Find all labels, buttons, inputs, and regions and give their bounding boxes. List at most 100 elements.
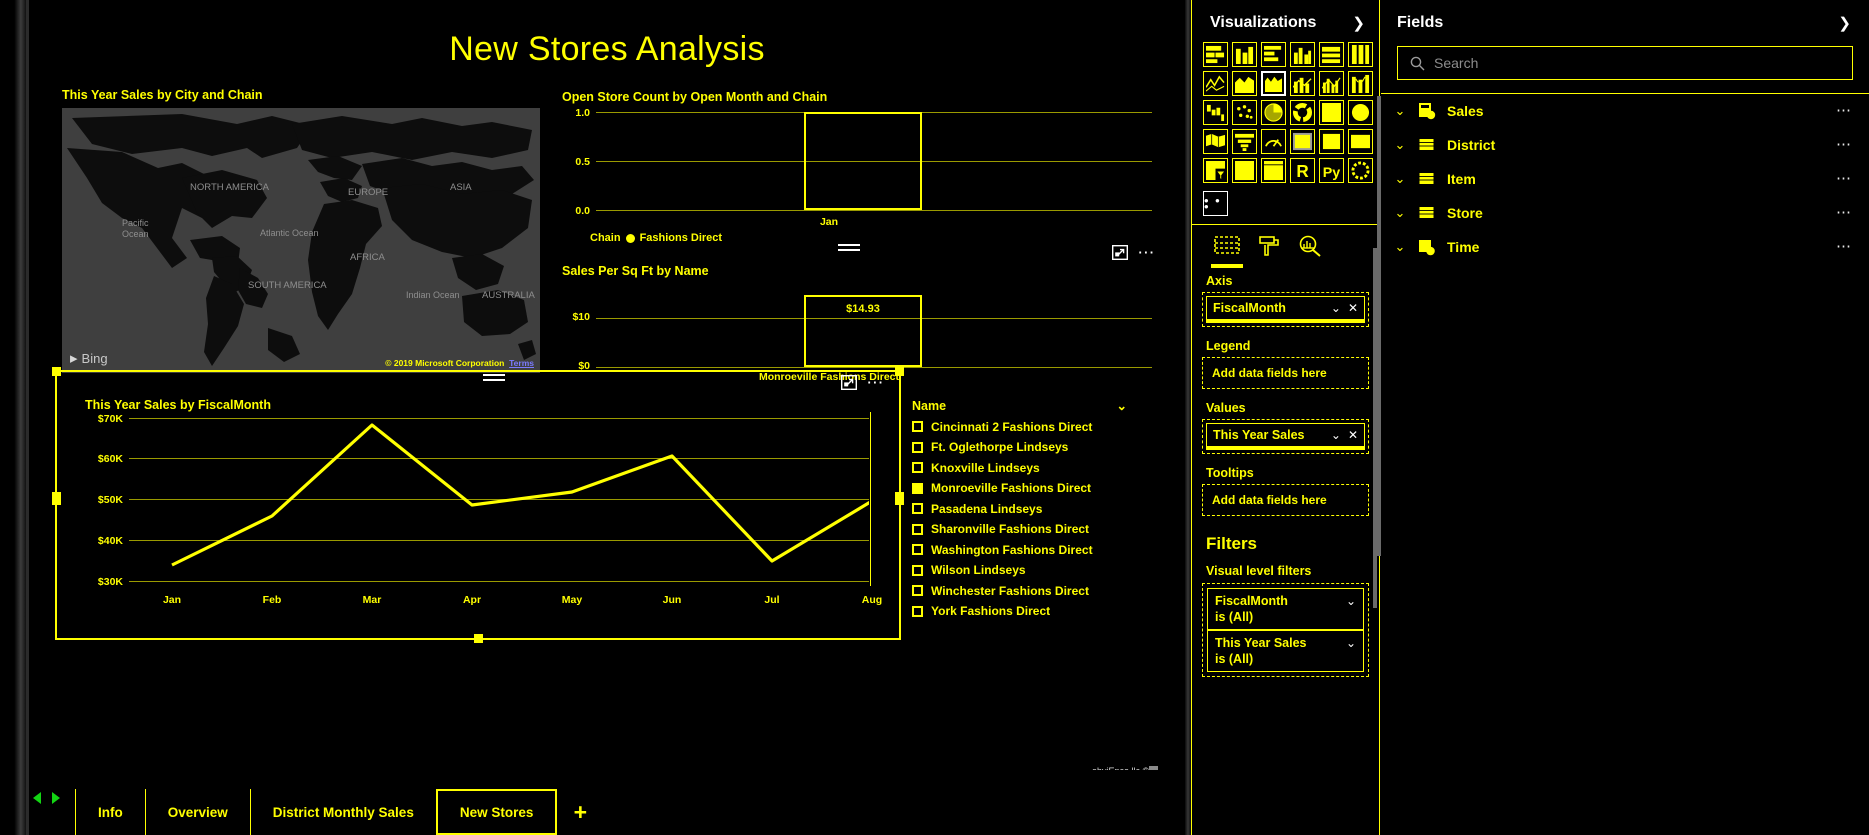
collapse-pane-chevron-icon[interactable]: ❯: [1838, 14, 1851, 32]
list-item[interactable]: Wilson Lindseys: [912, 563, 1182, 577]
this-year-sales-line-visual[interactable]: ⋯ This Year Sales by FiscalMonth $70K $6…: [52, 367, 904, 643]
checkbox-icon[interactable]: [912, 523, 923, 535]
line-and-clustered-column-chart-icon[interactable]: [1319, 71, 1344, 96]
field-more-options-icon[interactable]: ⋯: [1836, 239, 1853, 254]
checkbox-checked-icon[interactable]: [912, 482, 923, 494]
list-item[interactable]: Winchester Fashions Direct: [912, 584, 1182, 598]
stacked-area-chart-icon[interactable]: [1261, 71, 1286, 96]
filled-map-icon[interactable]: [1348, 100, 1373, 125]
more-visuals-button[interactable]: • • •: [1203, 191, 1228, 216]
visualizations-pane[interactable]: Visualizations ❯ R Py • • • Axis FiscalM…: [1191, 0, 1380, 835]
card-icon[interactable]: [1319, 129, 1344, 154]
field-table-store[interactable]: ⌄ Store ⋯: [1381, 196, 1869, 230]
bar-jan[interactable]: [804, 112, 922, 210]
field-table-district[interactable]: ⌄ District ⋯: [1381, 128, 1869, 162]
open-store-count-plot[interactable]: [596, 112, 1152, 211]
stacked-column-chart-icon[interactable]: [1232, 42, 1257, 67]
fields-pane[interactable]: Fields ❯ Search ⌄ Sales ⋯ ⌄ District ⋯ ⌄: [1381, 0, 1869, 835]
tab-nav-arrows[interactable]: [33, 792, 60, 804]
line-visual-header-actions[interactable]: ⋯: [841, 374, 885, 391]
python-visual-icon[interactable]: Py: [1319, 158, 1344, 183]
line-chart-plot[interactable]: [129, 412, 871, 586]
visual-property-tabs[interactable]: [1192, 225, 1379, 268]
focus-mode-icon[interactable]: [841, 375, 858, 390]
field-table-time[interactable]: ⌄ Time ⋯: [1381, 230, 1869, 264]
sales-per-sqft-plot[interactable]: $14.93: [596, 289, 1152, 368]
filter-card-fiscalmonth[interactable]: FiscalMonth ⌄ is (All): [1207, 588, 1364, 630]
list-item[interactable]: Monroeville Fashions Direct: [912, 481, 1182, 495]
name-legend-panel[interactable]: Name ⌄ Cincinnati 2 Fashions Direct Ft. …: [912, 398, 1182, 618]
key-influencers-icon[interactable]: [1348, 158, 1373, 183]
list-item[interactable]: Pasadena Lindseys: [912, 502, 1182, 516]
well-legend[interactable]: Add data fields here: [1202, 357, 1369, 389]
field-more-options-icon[interactable]: ⋯: [1836, 205, 1853, 220]
visual-level-filters-well[interactable]: FiscalMonth ⌄ is (All) This Year Sales ⌄…: [1202, 583, 1369, 677]
chevron-down-icon[interactable]: ⌄: [1346, 594, 1356, 608]
more-options-icon[interactable]: ⋯: [1137, 244, 1156, 261]
name-legend-list[interactable]: Cincinnati 2 Fashions Direct Ft. Ogletho…: [912, 420, 1182, 618]
donut-chart-icon[interactable]: [1290, 100, 1315, 125]
checkbox-icon[interactable]: [912, 585, 923, 596]
chevron-down-icon[interactable]: ⌄: [1331, 428, 1341, 442]
page-tab-new-stores[interactable]: New Stores: [435, 789, 558, 835]
checkbox-icon[interactable]: [912, 544, 923, 555]
add-page-button[interactable]: +: [557, 789, 603, 835]
report-canvas[interactable]: New Stores Analysis This Year Sales by C…: [29, 0, 1185, 776]
chevron-down-icon[interactable]: ⌄: [1393, 205, 1407, 221]
chevron-down-icon[interactable]: ⌄: [1393, 171, 1407, 187]
clustered-bar-chart-icon[interactable]: [1261, 42, 1286, 67]
fields-table-list[interactable]: ⌄ Sales ⋯ ⌄ District ⋯ ⌄ Item ⋯ ⌄ Store: [1381, 94, 1869, 264]
drag-handle[interactable]: [483, 374, 505, 384]
field-more-options-icon[interactable]: ⋯: [1836, 137, 1853, 152]
kpi-icon[interactable]: [1348, 129, 1373, 154]
chevron-down-icon[interactable]: ⌄: [1393, 239, 1407, 255]
resize-handle-top-left[interactable]: [52, 367, 61, 376]
area-chart-icon[interactable]: [1232, 71, 1257, 96]
page-tab-district-monthly-sales[interactable]: District Monthly Sales: [249, 789, 436, 835]
page-tab-info[interactable]: Info: [75, 789, 145, 835]
waterfall-chart-icon[interactable]: [1203, 100, 1228, 125]
pie-chart-icon[interactable]: [1261, 100, 1286, 125]
name-legend-header[interactable]: Name ⌄: [912, 398, 1127, 414]
well-axis[interactable]: FiscalMonth ⌄ ✕: [1202, 292, 1369, 327]
line-and-stacked-column-chart-icon[interactable]: [1290, 71, 1315, 96]
hundred-percent-stacked-column-chart-icon[interactable]: [1348, 42, 1373, 67]
field-table-sales[interactable]: ⌄ Sales ⋯: [1381, 94, 1869, 128]
checkbox-icon[interactable]: [912, 462, 923, 473]
analytics-tab[interactable]: [1298, 235, 1322, 262]
list-item[interactable]: York Fashions Direct: [912, 604, 1182, 618]
list-item[interactable]: Cincinnati 2 Fashions Direct: [912, 420, 1182, 434]
list-item[interactable]: Ft. Oglethorpe Lindseys: [912, 440, 1182, 454]
list-item[interactable]: Washington Fashions Direct: [912, 543, 1182, 557]
page-tab-bar[interactable]: Info Overview District Monthly Sales New…: [29, 770, 1185, 835]
checkbox-icon[interactable]: [912, 503, 923, 514]
ribbon-chart-icon[interactable]: [1348, 71, 1373, 96]
search-input[interactable]: Search: [1397, 46, 1853, 80]
list-item[interactable]: Knoxville Lindseys: [912, 461, 1182, 475]
fields-tab[interactable]: [1211, 235, 1243, 268]
resize-handle-bottom[interactable]: [474, 634, 483, 643]
map-canvas[interactable]: NORTH AMERICA EUROPE ASIA AFRICA SOUTH A…: [62, 108, 540, 373]
field-more-options-icon[interactable]: ⋯: [1836, 171, 1853, 186]
stacked-bar-chart-icon[interactable]: [1203, 42, 1228, 67]
page-tab-overview[interactable]: Overview: [144, 789, 250, 835]
well-tooltips[interactable]: Add data fields here: [1202, 484, 1369, 516]
resize-handle-right[interactable]: [895, 492, 904, 505]
focus-mode-icon[interactable]: [1112, 245, 1129, 260]
map-terms-link[interactable]: Terms: [509, 358, 534, 368]
slicer-icon[interactable]: [1203, 158, 1228, 183]
chevron-down-icon[interactable]: ⌄: [1393, 103, 1407, 119]
chevron-down-icon[interactable]: ⌄: [1393, 137, 1407, 153]
resize-handle-top-right[interactable]: [895, 367, 904, 376]
chevron-down-icon[interactable]: ⌄: [1331, 301, 1341, 315]
resize-handle-left[interactable]: [52, 492, 61, 505]
checkbox-icon[interactable]: [912, 564, 923, 576]
treemap-icon[interactable]: [1319, 100, 1344, 125]
checkbox-icon[interactable]: [912, 421, 923, 432]
matrix-icon[interactable]: [1261, 158, 1286, 183]
more-options-icon[interactable]: ⋯: [866, 374, 885, 391]
gauge-icon[interactable]: [1261, 129, 1286, 154]
next-page-arrow-icon[interactable]: [52, 792, 60, 804]
field-chip-this-year-sales[interactable]: This Year Sales ⌄ ✕: [1206, 423, 1365, 450]
r-script-visual-icon[interactable]: R: [1290, 158, 1315, 183]
